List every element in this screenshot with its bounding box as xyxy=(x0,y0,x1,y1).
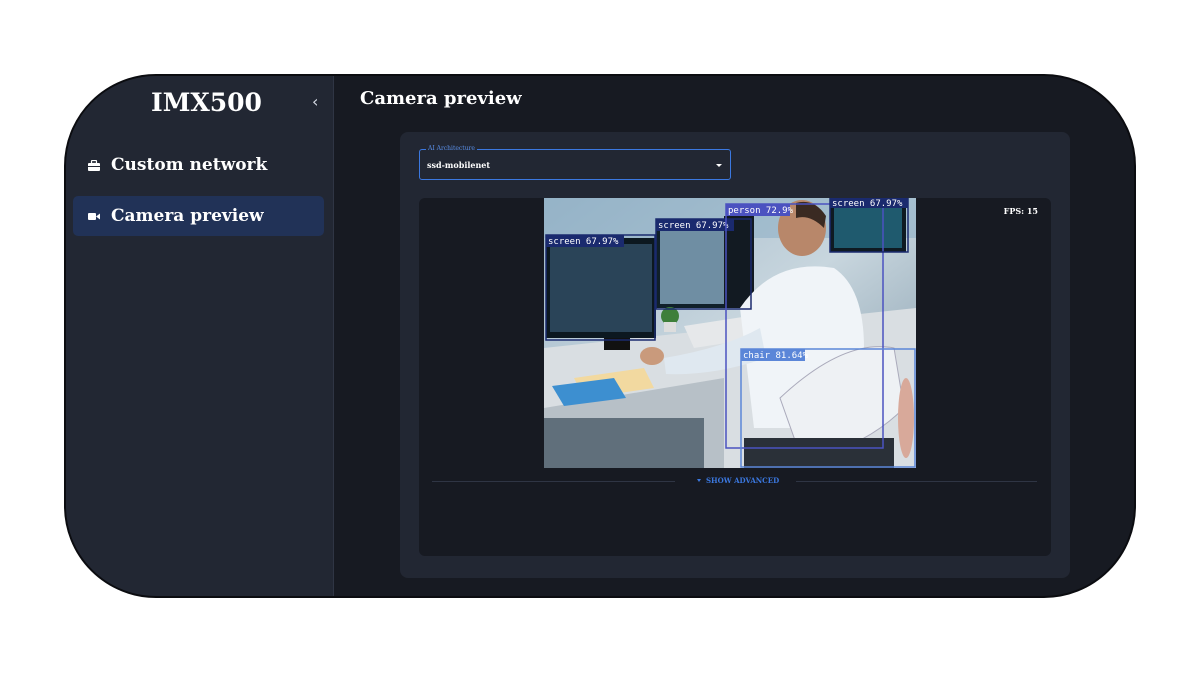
chevron-down-icon xyxy=(697,479,701,482)
detection-label: screen 67.97% xyxy=(548,237,619,247)
detection-label: person 72.9% xyxy=(728,206,794,216)
sidebar-item-custom-network[interactable]: Custom network xyxy=(73,145,324,185)
detection-label: screen 67.97% xyxy=(658,221,729,231)
sidebar: IMX500 ‹ Custom network Camera preview xyxy=(66,76,334,596)
show-advanced-toggle[interactable]: SHOW ADVANCED xyxy=(697,476,779,485)
sidebar-item-label: Camera preview xyxy=(111,206,264,226)
camera-feed: screen 67.97% screen 67.97% person 72.9%… xyxy=(544,198,916,468)
chevron-left-icon: ‹ xyxy=(312,92,319,111)
camera-panel: AI Architecture ssd-mobilenet FPS: 15 sc… xyxy=(400,132,1070,578)
dropdown-arrow-icon xyxy=(716,164,722,167)
videocam-icon xyxy=(73,212,111,221)
divider xyxy=(432,481,675,482)
main-content: Camera preview AI Architecture ssd-mobil… xyxy=(334,76,1134,596)
ai-architecture-label: AI Architecture xyxy=(426,145,477,153)
collapse-sidebar-button[interactable]: ‹ xyxy=(312,92,318,111)
app-window: IMX500 ‹ Custom network Camera preview C… xyxy=(64,74,1136,598)
sidebar-item-camera-preview[interactable]: Camera preview xyxy=(73,196,324,236)
divider xyxy=(796,481,1037,482)
show-advanced-label: SHOW ADVANCED xyxy=(706,476,780,485)
ai-architecture-value: ssd-mobilenet xyxy=(427,160,491,170)
briefcase-icon xyxy=(73,159,111,171)
page-title: Camera preview xyxy=(360,88,522,109)
detection-label: chair 81.64% xyxy=(743,351,809,361)
sidebar-item-label: Custom network xyxy=(111,155,268,175)
camera-preview-area: FPS: 15 screen 67.97% screen 67.97% pers… xyxy=(419,198,1051,556)
ai-architecture-select[interactable]: AI Architecture ssd-mobilenet xyxy=(419,145,731,180)
app-brand: IMX500 xyxy=(151,88,262,117)
detection-label: screen 67.97% xyxy=(832,199,903,209)
fps-counter: FPS: 15 xyxy=(1003,206,1038,216)
